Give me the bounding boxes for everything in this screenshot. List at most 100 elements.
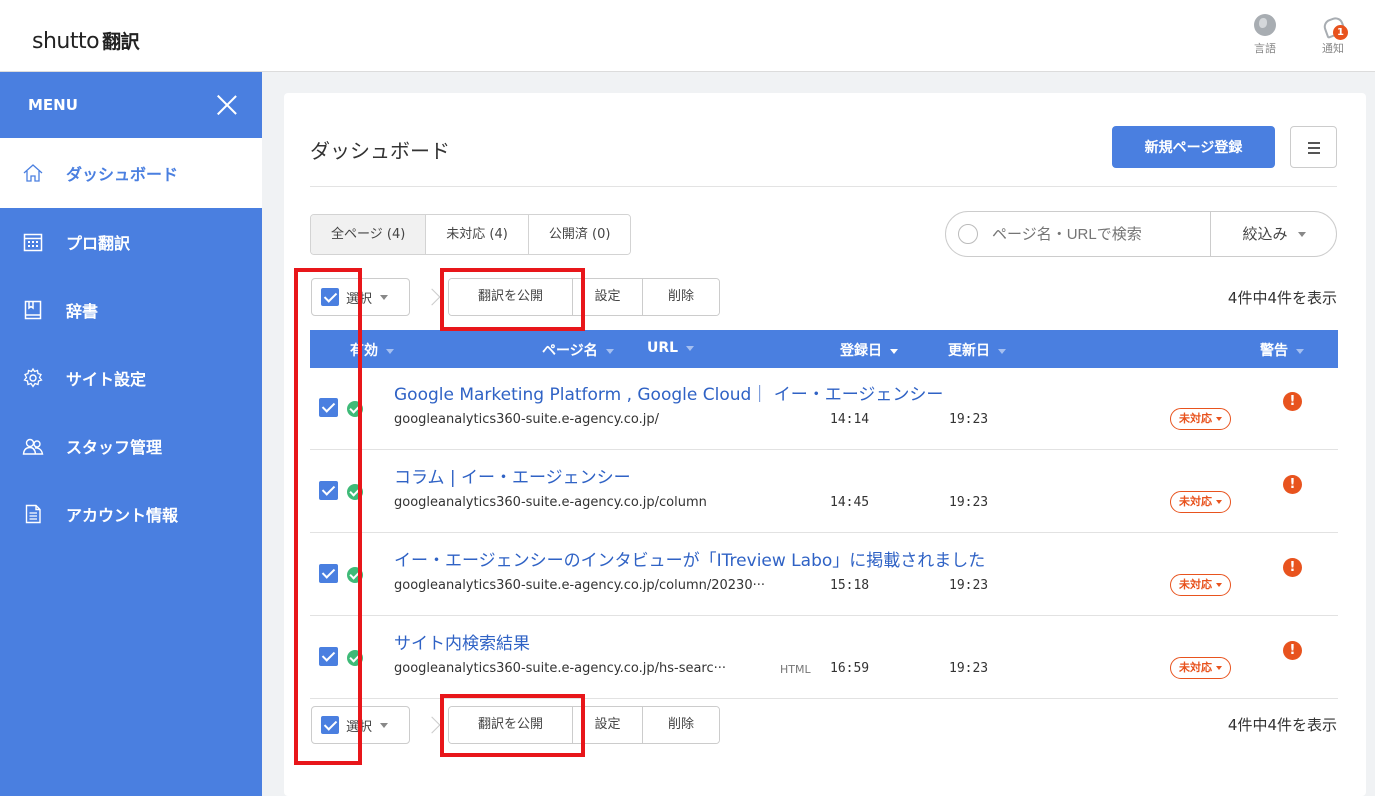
hamburger-icon: [1308, 142, 1320, 144]
sidebar-item-label: サイト設定: [66, 370, 147, 389]
updated-time: 19:23: [949, 661, 989, 676]
row-checkbox[interactable]: [319, 564, 338, 583]
warning-icon[interactable]: !: [1283, 641, 1302, 660]
warning-icon[interactable]: !: [1283, 475, 1302, 494]
row-checkbox[interactable]: [319, 398, 338, 417]
warning-icon[interactable]: !: [1283, 392, 1302, 411]
bulk-toolbar-bottom: 選択 翻訳を公開 設定 削除: [311, 705, 720, 745]
page-title-link[interactable]: コラム | イー・エージェンシー: [394, 463, 631, 488]
table-row: Google Marketing Platform , Google Cloud…: [310, 368, 1338, 450]
notification-badge: 1: [1333, 25, 1348, 40]
publish-translation-button[interactable]: 翻訳を公開: [449, 707, 573, 743]
registered-time: 16:59: [830, 661, 870, 676]
top-header: shutto 翻訳 言語 1 通知: [0, 0, 1375, 72]
sort-icon: [1296, 348, 1304, 354]
column-url[interactable]: URL: [647, 340, 695, 356]
settings-button[interactable]: 設定: [573, 707, 643, 743]
delete-button[interactable]: 削除: [643, 279, 719, 315]
page-title: ダッシュボード: [310, 139, 450, 163]
app-logo[interactable]: shutto 翻訳: [32, 27, 140, 54]
tab-all-pages[interactable]: 全ページ (4): [311, 215, 427, 254]
enabled-check-icon: [347, 401, 363, 417]
search-icon: [958, 224, 978, 244]
language-label: 言語: [1254, 42, 1276, 55]
select-dropdown[interactable]: 選択: [311, 706, 410, 744]
tab-pending[interactable]: 未対応 (4): [426, 215, 529, 254]
page-url: googleanalytics360-suite.e-agency.co.jp/…: [394, 578, 765, 593]
chevron-down-icon: [380, 294, 389, 300]
users-icon: [22, 435, 44, 457]
warning-icon[interactable]: !: [1283, 558, 1302, 577]
language-button[interactable]: 言語: [1247, 14, 1283, 56]
sort-icon: [686, 345, 695, 351]
sidebar-item-label: ダッシュボード: [66, 165, 179, 184]
status-badge[interactable]: 未対応: [1170, 574, 1231, 596]
sort-icon: [890, 348, 898, 354]
gear-icon: [22, 367, 44, 389]
sidebar: MENU ダッシュボード プロ翻訳 辞書 サイト設定 スタッフ管理 アカウント情…: [0, 72, 262, 796]
sort-icon: [386, 348, 394, 354]
result-count: 4件中4件を表示: [1227, 716, 1337, 734]
page-title-link[interactable]: イー・エージェンシーのインタビューが「ITreview Labo」に掲載されまし…: [394, 546, 985, 571]
globe-icon: [1254, 14, 1276, 36]
status-badge[interactable]: 未対応: [1170, 408, 1231, 430]
filter-dropdown[interactable]: 絞込み: [1210, 212, 1337, 256]
chevron-right-icon: [423, 716, 441, 734]
column-registered[interactable]: 登録日: [840, 340, 898, 360]
registered-time: 14:45: [830, 495, 870, 510]
chevron-down-icon: [1216, 666, 1222, 670]
sidebar-item-dictionary[interactable]: 辞書: [0, 276, 262, 344]
select-all-checkbox[interactable]: [321, 716, 339, 734]
table-row: コラム | イー・エージェンシー googleanalytics360-suit…: [310, 451, 1338, 533]
main-panel: ダッシュボード 新規ページ登録 全ページ (4) 未対応 (4) 公開済 (0)…: [284, 93, 1366, 796]
status-badge[interactable]: 未対応: [1170, 657, 1231, 679]
sort-icon: [998, 348, 1006, 354]
html-tag: HTML: [780, 663, 811, 676]
sidebar-item-pro-translation[interactable]: プロ翻訳: [0, 208, 262, 276]
new-page-button[interactable]: 新規ページ登録: [1112, 126, 1275, 168]
logo-jp: 翻訳: [102, 31, 140, 53]
notification-button[interactable]: 1 通知: [1315, 14, 1351, 56]
column-page-name[interactable]: ページ名: [542, 340, 614, 360]
settings-button[interactable]: 設定: [573, 279, 643, 315]
updated-time: 19:23: [949, 495, 989, 510]
column-updated[interactable]: 更新日: [948, 340, 1006, 360]
registered-time: 15:18: [830, 578, 870, 593]
page-url: googleanalytics360-suite.e-agency.co.jp/…: [394, 661, 727, 676]
updated-time: 19:23: [949, 578, 989, 593]
sidebar-item-label: 辞書: [66, 302, 99, 321]
status-badge[interactable]: 未対応: [1170, 491, 1231, 513]
search-input[interactable]: [992, 225, 1202, 243]
sidebar-item-label: アカウント情報: [66, 506, 179, 525]
row-checkbox[interactable]: [319, 647, 338, 666]
registered-time: 14:14: [830, 412, 870, 427]
chevron-down-icon: [1216, 500, 1222, 504]
tab-published[interactable]: 公開済 (0): [528, 215, 631, 254]
sidebar-item-label: スタッフ管理: [66, 438, 163, 457]
delete-button[interactable]: 削除: [643, 707, 719, 743]
sidebar-item-account[interactable]: アカウント情報: [0, 480, 262, 548]
calendar-icon: [22, 231, 44, 253]
home-icon: [22, 162, 44, 184]
close-icon[interactable]: [216, 94, 238, 116]
column-enabled[interactable]: 有効: [350, 340, 394, 360]
bulk-actions: 翻訳を公開 設定 削除: [448, 278, 720, 316]
page-title-link[interactable]: Google Marketing Platform , Google Cloud…: [394, 380, 943, 405]
bell-icon: 1: [1322, 14, 1348, 40]
publish-translation-button[interactable]: 翻訳を公開: [449, 279, 573, 315]
header-divider: [310, 186, 1337, 187]
sidebar-item-site-settings[interactable]: サイト設定: [0, 344, 262, 412]
document-icon: [22, 503, 44, 525]
result-count: 4件中4件を表示: [1227, 289, 1337, 307]
chevron-down-icon: [1297, 232, 1306, 237]
sidebar-item-dashboard[interactable]: ダッシュボード: [0, 138, 262, 208]
select-all-checkbox[interactable]: [321, 288, 339, 306]
row-checkbox[interactable]: [319, 481, 338, 500]
sidebar-item-staff[interactable]: スタッフ管理: [0, 412, 262, 480]
sort-icon: [605, 348, 614, 354]
select-dropdown[interactable]: 選択: [311, 278, 410, 316]
page-title-link[interactable]: サイト内検索結果: [394, 629, 530, 654]
chevron-down-icon: [1216, 417, 1222, 421]
column-warning[interactable]: 警告: [1260, 340, 1304, 360]
more-menu-button[interactable]: [1290, 126, 1337, 168]
